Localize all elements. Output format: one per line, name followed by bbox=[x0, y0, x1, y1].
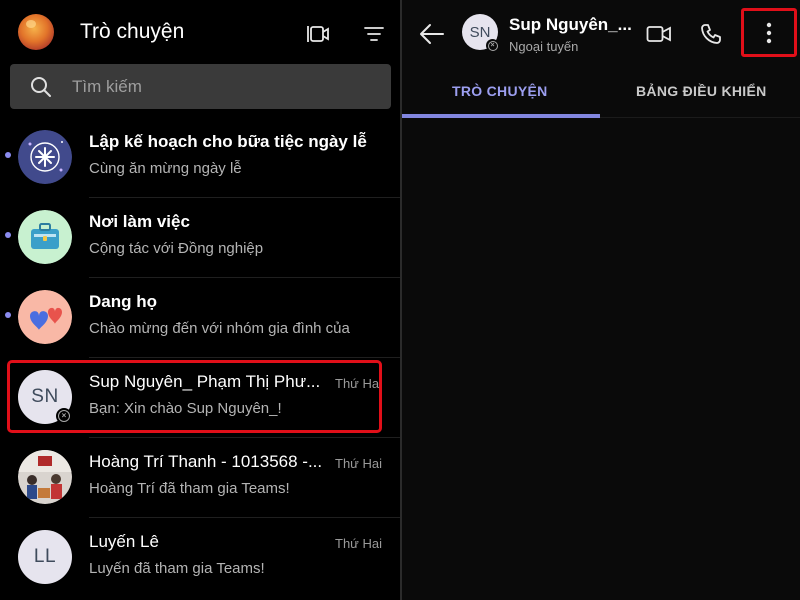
chat-name: Nơi làm việc bbox=[89, 212, 190, 231]
unread-dot bbox=[5, 152, 11, 158]
chat-time: Thứ Hai bbox=[335, 536, 382, 551]
unread-dot bbox=[5, 232, 11, 238]
unread-dot bbox=[5, 312, 11, 318]
selected-chat-highlight bbox=[7, 360, 382, 433]
chat-name: Dang họ bbox=[89, 292, 157, 311]
meet-now-icon[interactable] bbox=[306, 20, 334, 48]
back-arrow-icon[interactable] bbox=[418, 20, 446, 48]
more-options-highlight bbox=[741, 8, 797, 57]
avatar: LL bbox=[18, 530, 72, 584]
chat-time: Thứ Hai bbox=[335, 456, 382, 471]
avatar-initials: LL bbox=[18, 530, 72, 584]
chat-preview: Hoàng Trí đã tham gia Teams! bbox=[89, 480, 290, 497]
page-title: Trò chuyện bbox=[80, 20, 185, 43]
chat-preview: Luyến đã tham gia Teams! bbox=[89, 560, 265, 577]
chat-list-header: Trò chuyện bbox=[0, 0, 400, 64]
chat-item[interactable]: Lập kế hoạch cho bữa tiệc ngày lễ Cùng ă… bbox=[0, 118, 400, 198]
hearts-avatar bbox=[18, 290, 72, 344]
video-call-icon[interactable] bbox=[644, 20, 674, 48]
search-input[interactable]: Tìm kiếm bbox=[72, 77, 142, 97]
contact-status: Ngoại tuyến bbox=[509, 39, 579, 54]
chat-item[interactable]: Hoàng Trí Thanh - 1013568 -... Hoàng Trí… bbox=[0, 438, 400, 518]
tab-chat[interactable]: TRÒ CHUYỆN bbox=[452, 83, 548, 99]
chat-name: Luyến Lê bbox=[89, 532, 159, 551]
chat-item[interactable]: LL Luyến Lê Luyến đã tham gia Teams! Thứ… bbox=[0, 518, 400, 598]
chat-preview: Cùng ăn mừng ngày lễ bbox=[89, 160, 242, 177]
chat-preview: Chào mừng đến với nhóm gia đình của bbox=[89, 320, 350, 337]
chat-list-pane: Trò chuyện Tìm kiếm Lập kế hoạch cho bữa… bbox=[0, 0, 400, 600]
search-bar[interactable]: Tìm kiếm bbox=[10, 64, 391, 109]
active-tab-indicator bbox=[402, 114, 600, 118]
conversation-tabs: TRÒ CHUYỆN BẢNG ĐIỀU KHIỂN bbox=[402, 64, 800, 118]
conversation-pane: SN × Sup Nguyên_... Ngoại tuyến TRÒ CHUY… bbox=[402, 0, 800, 600]
tab-dashboard[interactable]: BẢNG ĐIỀU KHIỂN bbox=[636, 83, 767, 99]
contact-name[interactable]: Sup Nguyên_... bbox=[509, 15, 632, 35]
offline-status-icon: × bbox=[486, 39, 499, 52]
chat-preview: Cộng tác với Đồng nghiệp bbox=[89, 240, 264, 257]
phone-call-icon[interactable] bbox=[697, 20, 725, 48]
chat-item[interactable]: Dang họ Chào mừng đến với nhóm gia đình … bbox=[0, 278, 400, 358]
chat-name: Hoàng Trí Thanh - 1013568 -... bbox=[89, 452, 323, 471]
profile-avatar[interactable] bbox=[18, 14, 54, 50]
party-avatar bbox=[18, 130, 72, 184]
search-icon bbox=[30, 76, 52, 98]
photo-avatar bbox=[18, 450, 72, 504]
chat-item[interactable]: Nơi làm việc Cộng tác với Đồng nghiệp bbox=[0, 198, 400, 278]
chat-name: Lập kế hoạch cho bữa tiệc ngày lễ bbox=[89, 132, 367, 151]
briefcase-avatar bbox=[18, 210, 72, 264]
filter-icon[interactable] bbox=[361, 21, 387, 47]
